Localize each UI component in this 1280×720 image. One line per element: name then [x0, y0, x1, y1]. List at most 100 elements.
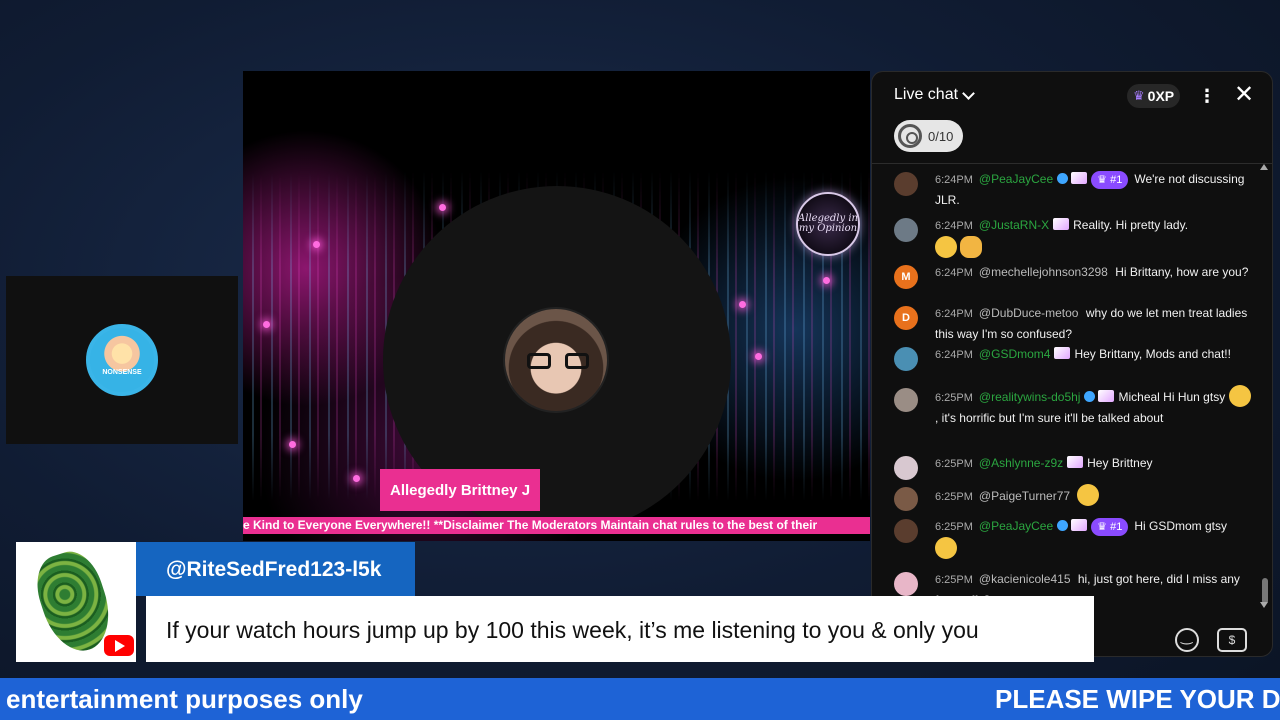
super-chat-icon[interactable]: $: [1217, 628, 1247, 652]
username[interactable]: @JustaRN-X: [979, 218, 1049, 232]
chat-message: D 6:24PM @DubDuce-metoo why do we let men…: [894, 303, 1254, 344]
verified-icon: [1057, 173, 1069, 184]
user-avatar: [894, 172, 918, 196]
chat-message: 6:24PM @PeaJayCee ♛ #1 We're not discussing…: [894, 169, 1254, 210]
scroll-down-icon[interactable]: [1260, 602, 1268, 608]
xp-value: 0XP: [1147, 88, 1175, 104]
member-emote-icon: [1071, 519, 1088, 531]
channel-logo: Allegedly in my Opinion: [796, 192, 860, 256]
message-text: Hey Brittany, Mods and chat!!: [1074, 347, 1231, 361]
scroll-up-icon[interactable]: [1260, 164, 1268, 170]
glasses: [527, 353, 589, 371]
user-avatar: M: [894, 265, 918, 289]
chat-input-bar: $: [1097, 625, 1257, 655]
user-avatar: [894, 388, 918, 412]
timestamp: 6:25PM: [935, 458, 973, 470]
username[interactable]: @realitywins-do5hj: [979, 390, 1081, 404]
chat-message-list[interactable]: 6:24PM @PeaJayCee ♛ #1 We're not discussing…: [872, 165, 1264, 605]
sparkle: [289, 441, 296, 448]
more-options-icon[interactable]: ⋮: [1198, 84, 1216, 108]
chat-mode-dropdown[interactable]: Live chat: [894, 86, 975, 104]
member-emote-icon: [1053, 218, 1070, 230]
guest-avatar: NONSENSE: [86, 324, 158, 396]
hugging-face-emoji-icon: [1228, 385, 1251, 407]
smiling-hearts-emoji-icon: [935, 236, 957, 258]
timestamp: 6:25PM: [935, 491, 973, 503]
xp-badge[interactable]: ♛ 0XP: [1127, 84, 1181, 108]
chat-scrollbar[interactable]: [1260, 164, 1268, 608]
banner-text-right: PLEASE WIPE YOUR DI: [995, 684, 1280, 714]
comment-username: @RiteSedFred123-l5k: [136, 542, 415, 596]
guest-tile: NONSENSE: [6, 276, 238, 444]
member-emote-icon: [1098, 390, 1115, 402]
rank-badge: ♛ #1: [1091, 518, 1129, 536]
username[interactable]: @PaigeTurner77: [979, 489, 1070, 503]
guest-avatar-label: NONSENSE: [102, 369, 142, 376]
host-avatar: [503, 307, 609, 413]
scroll-thumb[interactable]: [1262, 578, 1268, 604]
user-avatar: [894, 347, 918, 371]
chat-title: Live chat: [894, 86, 959, 103]
member-emote-icon: [1071, 172, 1088, 184]
user-avatar: D: [894, 306, 918, 330]
verified-icon: [1084, 391, 1096, 402]
chat-message: 6:24PM @JustaRN-X Reality. Hi pretty lady.: [894, 215, 1254, 258]
timestamp: 6:25PM: [935, 521, 973, 533]
chat-message: 6:24PM @GSDmom4 Hey Brittany, Mods and cha…: [894, 344, 1254, 371]
user-avatar: [894, 456, 918, 480]
username[interactable]: @PeaJayCee: [979, 172, 1053, 186]
host-name-tag: Allegedly Brittney J: [380, 469, 541, 511]
message-text: , it's horrific but I'm sure it'll be ta…: [935, 411, 1164, 425]
youtube-logo-icon: [104, 635, 134, 656]
verified-icon: [1057, 520, 1069, 531]
message-text: Reality. Hi pretty lady.: [1073, 218, 1189, 232]
message-text: Micheal Hi Hun gtsy: [1118, 390, 1226, 404]
rank-badge: ♛ #1: [1091, 171, 1129, 189]
ticker-banner: e Kind to Everyone Everywhere!! **Discla…: [243, 517, 870, 534]
crown-icon: ♛: [1133, 88, 1145, 103]
message-text: Hey Brittney: [1087, 456, 1153, 470]
sparkle: [739, 301, 746, 308]
chevron-down-icon: [962, 86, 975, 100]
username[interactable]: @Ashlynne-z9z: [979, 456, 1063, 470]
member-emote-icon: [1054, 347, 1071, 359]
waving-hand-emoji-icon: [960, 236, 982, 258]
kissing-face-emoji-icon: [1077, 484, 1100, 506]
member-emote-icon: [1067, 456, 1084, 468]
commenter-avatar: [16, 542, 136, 662]
timestamp: 6:24PM: [935, 308, 973, 320]
timestamp: 6:25PM: [935, 392, 973, 404]
message-text: Hi GSDmom gtsy: [1134, 519, 1228, 533]
user-avatar: [894, 519, 918, 543]
user-avatar: [894, 487, 918, 511]
timestamp: 6:24PM: [935, 349, 973, 361]
sparkle: [263, 321, 270, 328]
sparkle: [755, 353, 762, 360]
close-icon[interactable]: ✕: [1234, 81, 1254, 109]
comment-text: If your watch hours jump up by 100 this …: [146, 596, 1094, 662]
emoji-picker-icon[interactable]: [1175, 628, 1199, 652]
username[interactable]: @DubDuce-metoo: [979, 306, 1079, 320]
goal-progress: 0/10: [928, 128, 954, 144]
username[interactable]: @PeaJayCee: [979, 519, 1053, 533]
sparkle: [439, 204, 446, 211]
banner-text-left: entertainment purposes only: [6, 684, 363, 714]
chat-header: Live chat ♛ 0XP ⋮ ✕ 0/10: [872, 72, 1272, 164]
username[interactable]: @mechellejohnson3298: [979, 265, 1108, 279]
timestamp: 6:24PM: [935, 267, 973, 279]
sparkle: [823, 277, 830, 284]
user-avatar: [894, 218, 918, 242]
sparkle: [353, 475, 360, 482]
chat-message: 6:25PM @realitywins-do5hj Micheal Hi Hun g…: [894, 385, 1254, 428]
bottom-scrolling-banner: entertainment purposes only PLEASE WIPE …: [0, 678, 1280, 720]
chat-message: M 6:24PM @mechellejohnson3298 Hi Brittany…: [894, 262, 1254, 289]
chat-message: 6:25PM @Ashlynne-z9z Hey Brittney: [894, 453, 1254, 480]
featured-comment: @RiteSedFred123-l5k If your watch hours …: [16, 542, 1094, 662]
chat-goal-chip[interactable]: 0/10: [894, 120, 964, 152]
timestamp: 6:24PM: [935, 220, 973, 232]
message-text: Hi Brittany, how are you?: [1115, 265, 1249, 279]
target-icon: [898, 124, 922, 148]
username[interactable]: @GSDmom4: [979, 347, 1051, 361]
video-player[interactable]: Allegedly in my Opinion Allegedly Brittn…: [243, 71, 870, 541]
chat-message: 6:25PM @PaigeTurner77: [894, 484, 1254, 511]
